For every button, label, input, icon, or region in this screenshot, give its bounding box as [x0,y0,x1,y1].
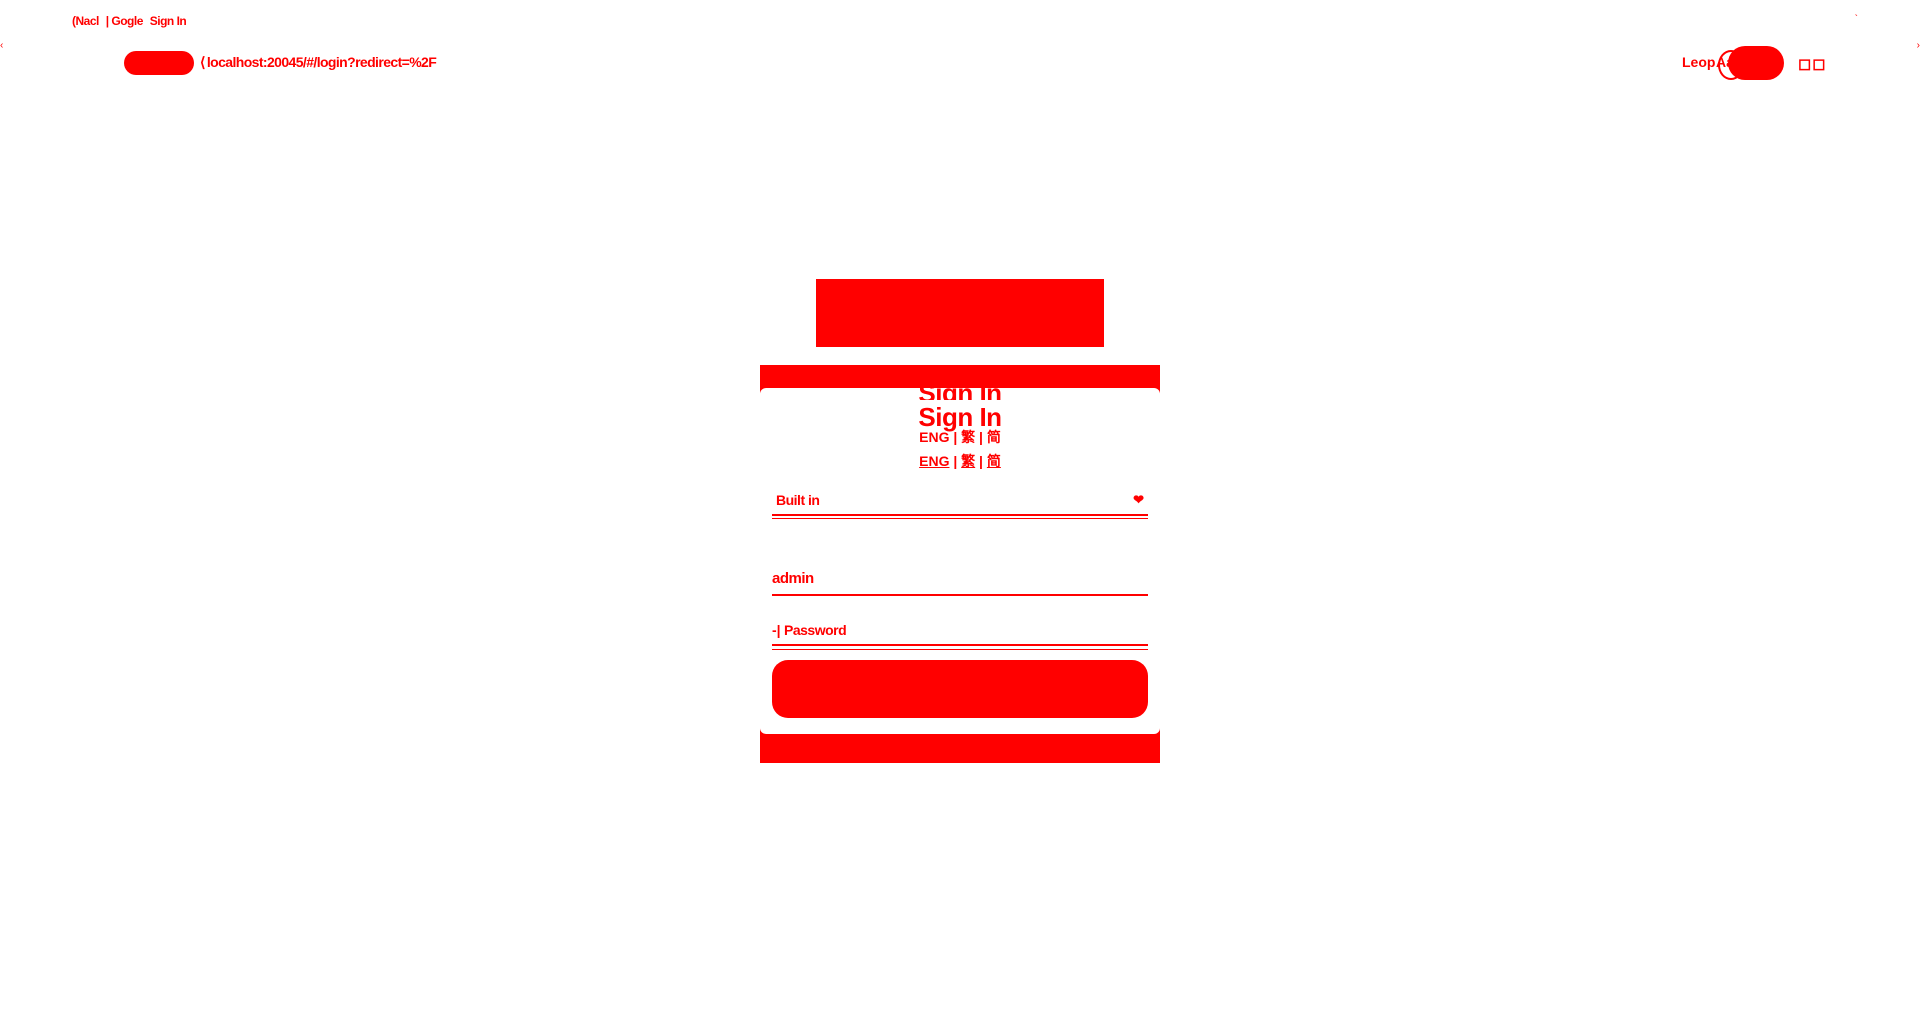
field-underline [772,594,1148,596]
url-field[interactable]: ⟨ localhost:20045/#/login?redirect=%2F [200,54,437,71]
lang-tc: 繁 [961,429,976,445]
browser-tab-bar: (Nacl | Gogle Sign In ` [0,0,1920,40]
login-title-shadow: Sign In [918,378,1002,400]
lang-sc: 简 [986,429,1001,445]
username-field[interactable]: admin [772,564,1148,596]
lang-eng: ENG [919,429,950,445]
url-bracket-icon: ⟨ [200,54,205,70]
tab-fragment: (Nacl [72,14,99,28]
lang-option-eng[interactable]: ENG [919,453,949,469]
logo [816,279,1104,347]
chevron-down-icon: ❤ [1133,492,1144,507]
text-cursor-icon: -| [772,622,781,638]
field-underline [772,518,1148,519]
tab-fragment: | Gogle [105,14,144,28]
password-field[interactable]: -| Password [772,616,1148,650]
field-underline [772,514,1148,516]
field-underline [772,649,1148,650]
language-switcher-shadow: ENG | 繁 | 简 [919,429,1001,445]
site-info-icon[interactable] [124,51,194,75]
sign-in-button[interactable] [772,660,1148,718]
lang-option-tc[interactable]: 繁 [961,453,975,469]
text-size-button[interactable]: Aa [1716,54,1734,70]
tab-title-text: Sign In [149,14,187,28]
login-card: Sign In Sign In ENG | 繁 | 简 ENG | 繁 | 简 … [760,378,1160,734]
domain-select-value: Built in [776,492,820,508]
field-underline [772,644,1148,646]
reader-mode-button[interactable]: Leop [1682,54,1715,70]
language-switcher: ENG | 繁 | 简 [919,453,1001,469]
domain-select[interactable]: Built in ❤ [772,488,1148,519]
lang-option-sc[interactable]: 简 [987,453,1001,469]
window-controls-icon[interactable]: ◻◻ [1798,54,1827,74]
browser-tab[interactable]: (Nacl | Gogle Sign In [72,14,190,28]
username-value: admin [772,570,814,587]
profile-button[interactable] [1728,46,1784,80]
password-placeholder: Password [784,622,847,638]
tab-strip-corner-icon: ` [1854,14,1858,25]
url-text: localhost:20045/#/login?redirect=%2F [206,54,437,70]
